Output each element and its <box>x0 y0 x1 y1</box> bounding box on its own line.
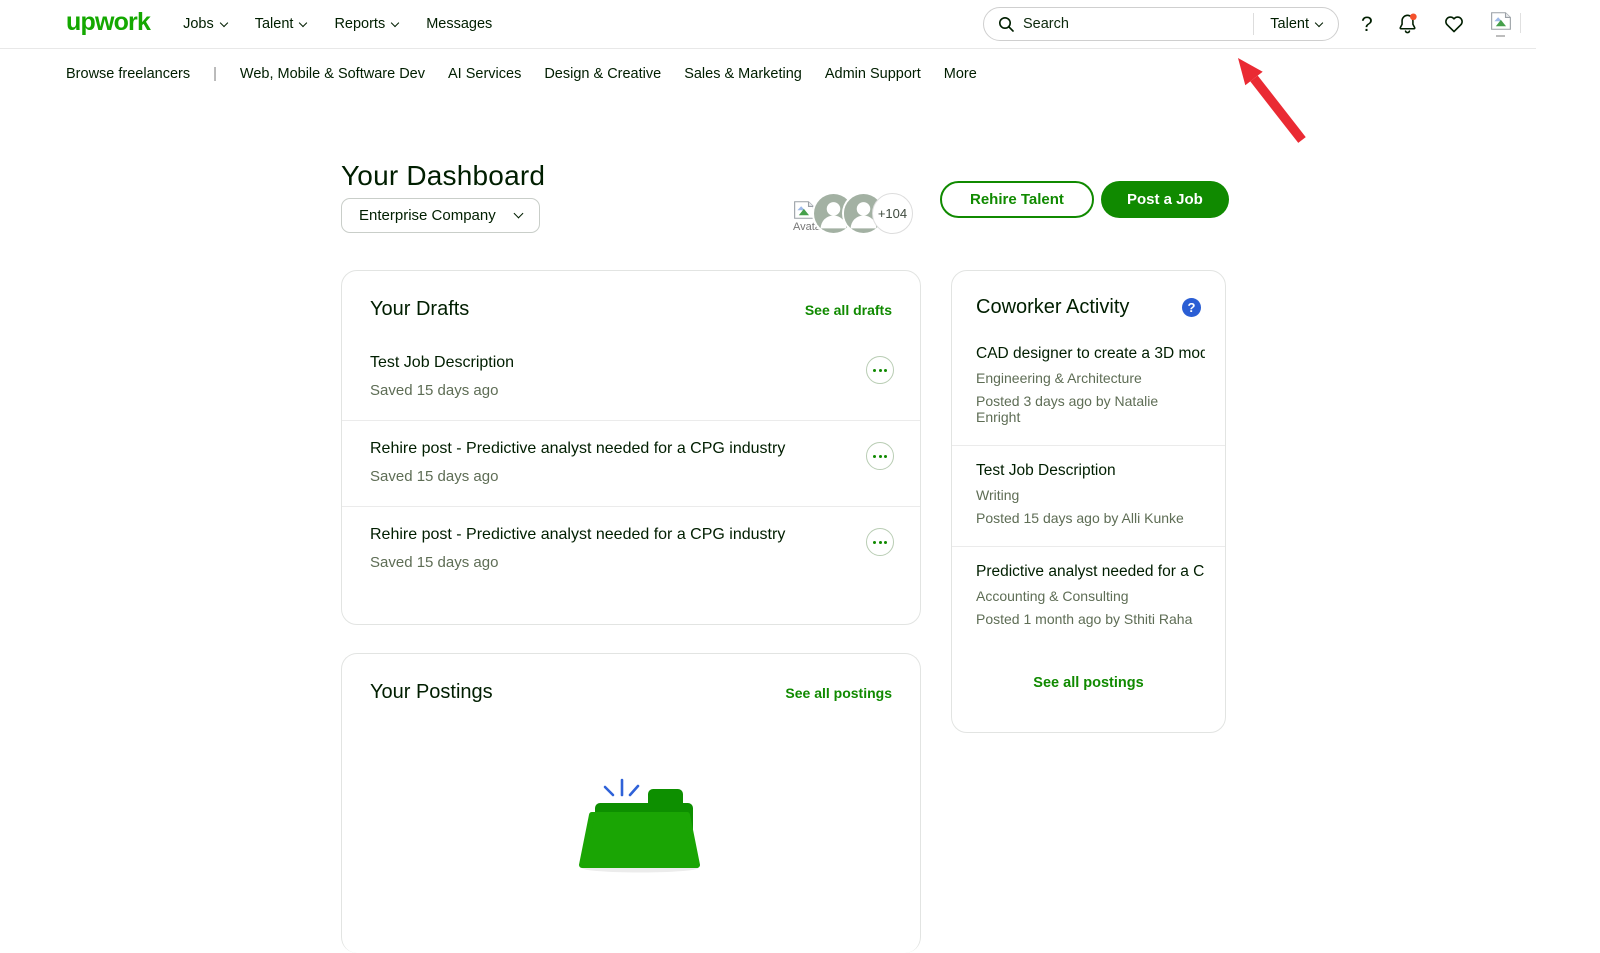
postings-card-title: Your Postings <box>370 681 493 704</box>
chevron-down-icon <box>299 18 307 26</box>
search-scope-dropdown[interactable]: Talent <box>1253 13 1322 35</box>
favorites-heart-icon[interactable] <box>1442 12 1466 36</box>
team-avatar-group[interactable]: Avatar +104 <box>793 193 913 234</box>
subnav-item-web-mobile-software[interactable]: Web, Mobile & Software Dev <box>240 66 425 82</box>
draft-saved-label: Saved 15 days ago <box>370 554 785 571</box>
chevron-down-icon <box>391 18 399 26</box>
coworker-activity-item[interactable]: CAD designer to create a 3D mode… Engine… <box>952 329 1225 445</box>
draft-options-menu-icon[interactable] <box>866 442 894 470</box>
coworker-activity-card: Coworker Activity ? CAD designer to crea… <box>951 270 1226 733</box>
empty-folder-illustration <box>555 755 705 875</box>
broken-image-icon <box>793 200 815 220</box>
post-a-job-button[interactable]: Post a Job <box>1101 181 1229 218</box>
nav-item-talent[interactable]: Talent <box>255 16 307 32</box>
activity-title[interactable]: CAD designer to create a 3D mode… <box>976 345 1205 363</box>
rehire-talent-button[interactable]: Rehire Talent <box>940 181 1094 218</box>
draft-title[interactable]: Rehire post - Predictive analyst needed … <box>370 526 785 544</box>
search-bar[interactable]: Talent <box>983 7 1339 41</box>
chevron-down-icon <box>219 18 227 26</box>
drafts-card-title: Your Drafts <box>370 298 469 321</box>
main-nav: Jobs Talent Reports Messages <box>183 16 492 32</box>
draft-options-menu-icon[interactable] <box>866 528 894 556</box>
draft-saved-label: Saved 15 days ago <box>370 382 514 399</box>
activity-category: Engineering & Architecture <box>976 370 1205 386</box>
activity-posted: Posted 15 days ago by Alli Kunke <box>976 510 1205 526</box>
search-icon <box>998 16 1014 32</box>
header-right-cluster: Talent ? <box>983 7 1514 41</box>
avatar-overflow-count[interactable]: +104 <box>872 193 913 234</box>
page-title: Your Dashboard <box>341 160 545 192</box>
activity-title[interactable]: Test Job Description <box>976 462 1205 480</box>
coworker-activity-item[interactable]: Test Job Description Writing Posted 15 d… <box>952 445 1225 546</box>
see-all-postings-link[interactable]: See all postings <box>785 685 892 701</box>
company-selector[interactable]: Enterprise Company <box>341 198 540 233</box>
category-subnav: Browse freelancers | Web, Mobile & Softw… <box>66 66 977 82</box>
sparkle-lines <box>605 780 638 795</box>
activity-posted: Posted 3 days ago by Natalie Enright <box>976 393 1205 425</box>
broken-image-icon <box>1490 11 1512 31</box>
subnav-item-admin-support[interactable]: Admin Support <box>825 66 921 82</box>
avatar-alt-fragment <box>1496 35 1505 37</box>
coworker-help-icon[interactable]: ? <box>1182 298 1201 317</box>
activity-category: Accounting & Consulting <box>976 588 1205 604</box>
chevron-down-icon <box>1315 18 1323 26</box>
draft-title[interactable]: Rehire post - Predictive analyst needed … <box>370 440 785 458</box>
subnav-divider: | <box>213 66 217 82</box>
your-drafts-card: Your Drafts See all drafts Test Job Desc… <box>341 270 921 625</box>
annotation-arrow <box>1205 46 1315 146</box>
subnav-item-design-creative[interactable]: Design & Creative <box>544 66 661 82</box>
help-icon[interactable]: ? <box>1361 14 1373 35</box>
upwork-logo[interactable]: upwork <box>66 10 150 39</box>
search-input[interactable] <box>1023 16 1241 32</box>
top-navigation-bar: upwork Jobs Talent Reports Messages Tale… <box>0 0 1536 49</box>
upwork-dashboard-page: upwork Jobs Talent Reports Messages Tale… <box>0 0 1536 889</box>
notifications-bell-icon[interactable] <box>1395 12 1420 37</box>
draft-saved-label: Saved 15 days ago <box>370 468 785 485</box>
subnav-item-ai-services[interactable]: AI Services <box>448 66 521 82</box>
subnav-item-sales-marketing[interactable]: Sales & Marketing <box>684 66 802 82</box>
activity-category: Writing <box>976 487 1205 503</box>
activity-title[interactable]: Predictive analyst needed for a CP… <box>976 563 1205 581</box>
nav-item-jobs[interactable]: Jobs <box>183 16 227 32</box>
draft-row[interactable]: Rehire post - Predictive analyst needed … <box>342 420 920 506</box>
coworker-activity-item[interactable]: Predictive analyst needed for a CP… Acco… <box>952 546 1225 647</box>
draft-row[interactable]: Rehire post - Predictive analyst needed … <box>342 506 920 592</box>
nav-item-messages[interactable]: Messages <box>426 16 492 32</box>
subnav-item-more[interactable]: More <box>944 66 977 82</box>
chevron-down-icon <box>514 209 524 219</box>
draft-options-menu-icon[interactable] <box>866 356 894 384</box>
draft-title[interactable]: Test Job Description <box>370 354 514 372</box>
subnav-browse-freelancers[interactable]: Browse freelancers <box>66 66 190 82</box>
user-avatar[interactable] <box>1488 11 1514 37</box>
coworker-see-all-postings-link[interactable]: See all postings <box>1033 675 1143 691</box>
notification-dot <box>1410 13 1417 20</box>
draft-row[interactable]: Test Job Description Saved 15 days ago <box>342 335 920 420</box>
see-all-drafts-link[interactable]: See all drafts <box>805 302 892 318</box>
coworker-activity-title: Coworker Activity <box>976 296 1129 319</box>
nav-item-reports[interactable]: Reports <box>334 16 398 32</box>
activity-posted: Posted 1 month ago by Sthiti Raha <box>976 611 1205 627</box>
